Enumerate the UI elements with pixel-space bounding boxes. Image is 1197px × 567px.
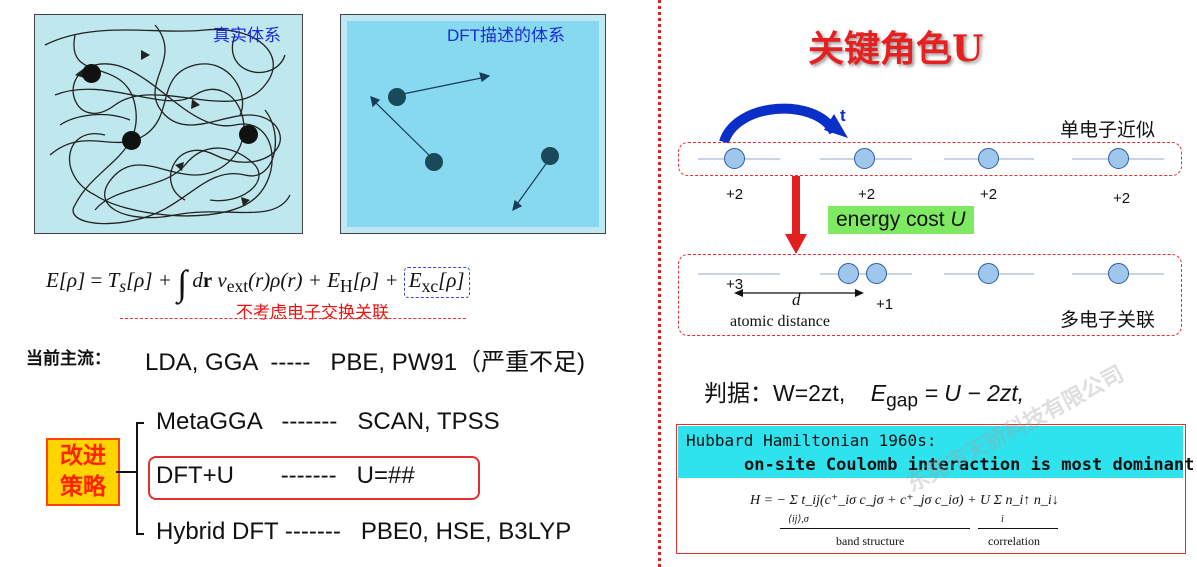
title: 关键角色U: [808, 28, 984, 70]
electron-dot: [82, 64, 101, 83]
distance-label: atomic distance: [730, 313, 830, 330]
hubbard-sum-index: ⟨ij⟩,σ: [788, 514, 809, 525]
dft-system-label: DFT描述的体系: [447, 26, 566, 45]
strategy-row: DFT+U ------- U=##: [156, 462, 415, 489]
mainstream-label: 当前主流：: [26, 349, 111, 368]
band-structure-underline: [780, 528, 970, 529]
hubbard-equation: H = − Σ t_ij(c⁺_iσ c_jσ + c⁺_jσ c_iσ) + …: [750, 493, 1059, 508]
electron-dot: [541, 147, 559, 165]
many-electron-label: 多电子关联: [1060, 310, 1156, 331]
strategy-label-box: 改进 策略: [46, 438, 120, 506]
electron-dot: [239, 125, 258, 144]
atom-site: [978, 263, 999, 284]
correlation-label: correlation: [988, 534, 1040, 548]
atom-site: [838, 263, 859, 284]
arrow-right-icon: [141, 50, 150, 60]
atom-site: [854, 148, 875, 169]
section-divider: [658, 0, 661, 567]
atom-site: [724, 148, 745, 169]
strategy-row: MetaGGA ------- SCAN, TPSS: [156, 408, 500, 435]
real-system-panel: 真实体系: [34, 14, 303, 234]
distance-symbol: d: [792, 290, 801, 309]
electron-dot: [425, 153, 443, 171]
electron-dot: [388, 88, 406, 106]
real-system-label: 真实体系: [213, 26, 281, 45]
charge-label: +1: [876, 296, 894, 313]
strategy-bracket: [136, 422, 138, 534]
atom-site: [866, 263, 887, 284]
single-electron-label: 单电子近似: [1060, 120, 1156, 141]
electron-dot: [122, 131, 141, 150]
strategy-row: Hybrid DFT ------- PBE0, HSE, B3LYP: [156, 518, 572, 545]
down-arrow-red-icon: [785, 176, 807, 254]
hop-label: t: [840, 106, 846, 125]
atom-site: [1108, 263, 1129, 284]
hubbard-sum-index: i: [1001, 514, 1004, 525]
charge-label: +2: [1113, 190, 1131, 207]
atom-site: [1108, 148, 1129, 169]
xc-note: 不考虑电子交换关联: [236, 303, 389, 322]
exc-term-box: Exc[ρ]: [403, 267, 470, 299]
charge-label: +2: [980, 186, 998, 203]
atom-site: [978, 148, 999, 169]
criterion: 判据：W=2zt, Egap = U − 2zt,: [704, 380, 1025, 412]
xc-note-underline: [120, 318, 466, 319]
hubbard-title: Hubbard Hamiltonian 1960s:: [686, 431, 937, 450]
dft-system-panel: DFT描述的体系: [340, 14, 606, 234]
dft-arrows: [370, 72, 549, 212]
mainstream-text: LDA, GGA ----- PBE, PW91（严重不足): [145, 349, 586, 376]
strategy-connector: [116, 471, 136, 473]
energy-cost-label: energy cost U: [828, 206, 974, 234]
charge-label: +2: [858, 186, 876, 203]
charge-label: +2: [726, 186, 744, 203]
correlation-underline: [978, 528, 1058, 529]
trajectory-scribble-icon: [44, 24, 291, 225]
band-structure-label: band structure: [836, 534, 905, 548]
